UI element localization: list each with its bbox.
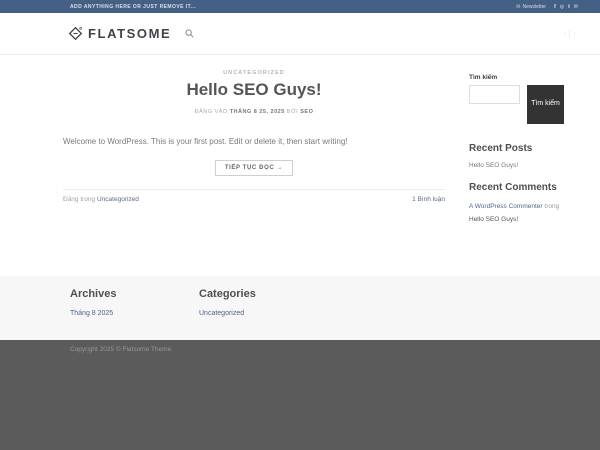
recent-post-link[interactable]: Hello SEO Guys! (469, 162, 567, 169)
footer-widgets: Archives Tháng 8 2025 Categories Uncateg… (0, 276, 600, 340)
archives-widget: Archives Tháng 8 2025 (70, 288, 199, 340)
twitter-icon[interactable]: t (568, 4, 570, 10)
comment-author-link[interactable]: A WordPress Commenter (469, 203, 543, 210)
search-widget-label: Tìm kiếm (469, 74, 498, 81)
archive-link[interactable]: Tháng 8 2025 (70, 310, 199, 317)
categories-title: Categories (199, 288, 256, 300)
comment-prefix: trong (544, 203, 560, 210)
instagram-icon[interactable]: ◎ (560, 4, 564, 10)
post-excerpt: Welcome to WordPress. This is your first… (63, 137, 348, 146)
post-category-link[interactable]: UNCATEGORIZED (223, 70, 285, 76)
sidebar: Tìm kiếm Tìm kiếm Recent Posts Hello SEO… (469, 55, 567, 276)
facebook-icon[interactable]: f (554, 4, 556, 10)
posted-by-prefix: BỞI (286, 109, 299, 115)
recent-posts-title: Recent Posts (469, 143, 533, 154)
chevron-right-icon[interactable]: › (573, 29, 576, 38)
posted-on-prefix: ĐĂNG VÀO (194, 109, 228, 115)
search-widget: Tìm kiếm (469, 85, 567, 124)
logo-text: FLATSOME (88, 26, 172, 41)
main-area: UNCATEGORIZED Hello SEO Guys! ĐĂNG VÀO T… (0, 55, 600, 276)
categories-widget: Categories Uncategorized (199, 288, 328, 340)
posted-in-prefix: Đăng trong (63, 196, 96, 204)
read-more-button[interactable]: TIẾP TỤC ĐỌC → (214, 160, 294, 177)
archives-title: Archives (70, 288, 117, 300)
site-logo[interactable]: FLATSOME (68, 26, 171, 41)
read-more-row: TIẾP TỤC ĐỌC → (63, 156, 445, 177)
envelope-icon: ✉ (516, 3, 521, 10)
site-header: FLATSOME ‹ › (0, 13, 600, 55)
post-author-link[interactable]: SEO (300, 109, 313, 115)
search-input[interactable] (469, 85, 520, 104)
category-link[interactable]: Uncategorized (199, 310, 328, 317)
search-icon[interactable] (185, 29, 194, 38)
posted-in-category-link[interactable]: Uncategorized (97, 196, 139, 203)
recent-comment-item: A WordPress Commenter trong Hello SEO Gu… (469, 201, 567, 226)
copyright-text: Copyright 2025 © Flatsome Theme (70, 346, 172, 353)
top-bar: ADD ANYTHING HERE OR JUST REMOVE IT... ✉… (0, 0, 600, 13)
social-icons: f ◎ t ✉ (554, 4, 578, 10)
header-divider (569, 29, 571, 38)
absolute-footer: Copyright 2025 © Flatsome Theme (0, 340, 600, 450)
post-title[interactable]: Hello SEO Guys! (63, 80, 445, 100)
newsletter-label: Newsletter (522, 3, 547, 10)
topbar-message: ADD ANYTHING HERE OR JUST REMOVE IT... (70, 3, 197, 10)
search-submit-button[interactable]: Tìm kiếm (527, 85, 564, 124)
header-pagination: ‹ › (564, 29, 576, 38)
post-divider (63, 189, 445, 191)
email-icon[interactable]: ✉ (574, 4, 578, 10)
recent-comments-title: Recent Comments (469, 182, 557, 193)
topbar-right: ✉ Newsletter f ◎ t ✉ (516, 4, 578, 10)
post-category: UNCATEGORIZED (63, 70, 445, 76)
flatsome-logo-icon (68, 26, 83, 41)
post-footer-meta: Đăng trong Uncategorized 1 Bình luận (63, 196, 445, 203)
comment-post-link[interactable]: Hello SEO Guys! (469, 216, 518, 223)
post-date-value[interactable]: THÁNG 8 25, 2025 (230, 109, 285, 115)
newsletter-link[interactable]: ✉ Newsletter (516, 4, 546, 10)
posted-in: Đăng trong Uncategorized (63, 196, 139, 203)
chevron-left-icon[interactable]: ‹ (564, 29, 567, 38)
comments-count-link[interactable]: 1 Bình luận (412, 196, 445, 203)
post-column: UNCATEGORIZED Hello SEO Guys! ĐĂNG VÀO T… (63, 55, 445, 276)
post-meta-date: ĐĂNG VÀO THÁNG 8 25, 2025 BỞI SEO (63, 109, 445, 115)
